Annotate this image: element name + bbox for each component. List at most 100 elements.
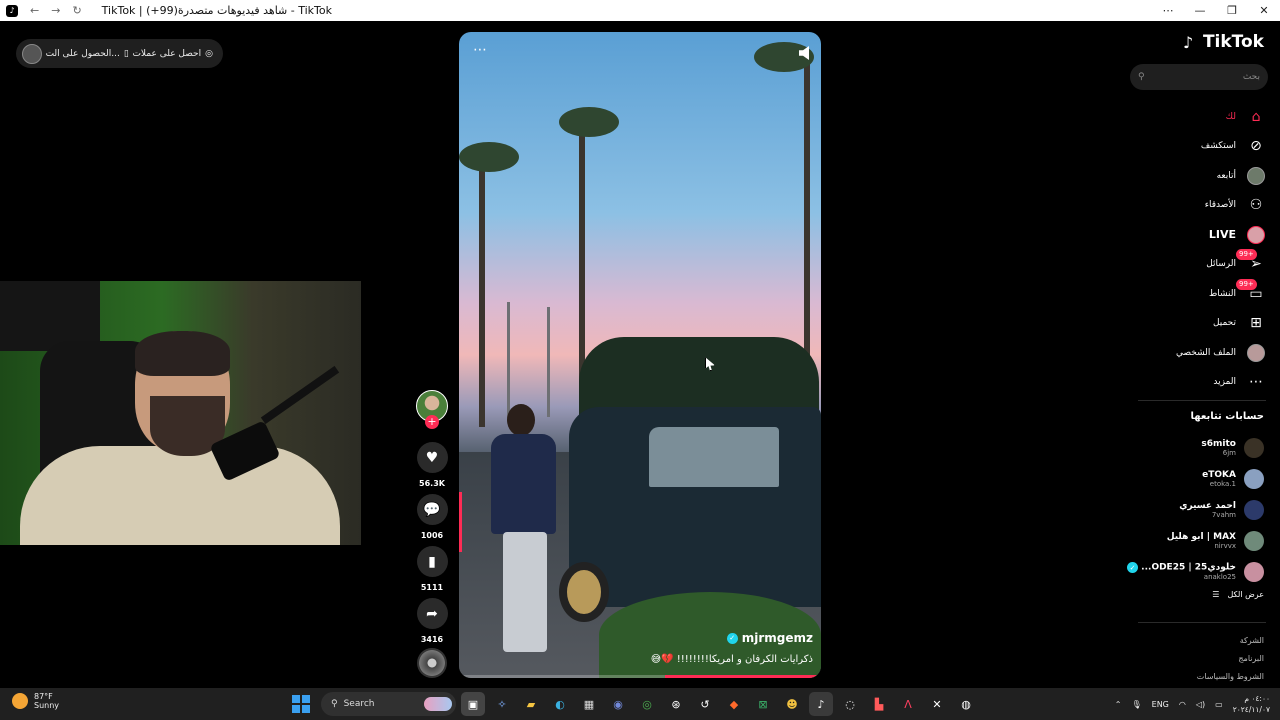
sidebar-item-following[interactable]: أتابعه [1126, 161, 1266, 191]
following-item[interactable]: احمد عسيري 7vahm [1129, 494, 1264, 525]
sidebar-item-messages[interactable]: ➢ 99+ الرسائل [1126, 249, 1266, 280]
weather-widget[interactable]: 87°F Sunny [12, 692, 59, 710]
clock[interactable]: ٠٤:٠٠ م ٢٠٢٤/١١/٠٧ [1233, 693, 1270, 715]
following-item[interactable]: s6mito 6jm [1129, 432, 1264, 463]
tiktok-taskbar-icon[interactable]: ♪ [809, 692, 833, 716]
emoji-app-icon[interactable]: ☻ [780, 692, 804, 716]
weather-desc: Sunny [34, 701, 60, 710]
taskbar-search[interactable]: ⚲ Search [321, 692, 456, 716]
sidebar-item-label: الملف الشخصي [1176, 347, 1236, 358]
sidebar-item-label: LIVE [1208, 228, 1236, 242]
terminal-icon[interactable]: ⊠ [751, 692, 775, 716]
close-button[interactable]: ✕ [1248, 4, 1280, 17]
sidebar-item-label: المزيد [1213, 377, 1236, 388]
following-item[interactable]: eTOKA etoka.1 [1129, 463, 1264, 494]
activity-badge: 99+ [1236, 278, 1257, 290]
volume-icon[interactable]: ◁) [1196, 700, 1205, 709]
sidebar-item-for-you[interactable]: ⌂ لك [1126, 102, 1266, 132]
browser-title-bar: ♪ ← → ↻ TikTok | شاهد فيديوهات متصدرة(99… [0, 0, 1280, 21]
sidebar-item-more[interactable]: ⋯ المزيد [1126, 368, 1266, 398]
user-avatar[interactable] [22, 43, 42, 64]
music-disc-icon[interactable] [417, 648, 447, 678]
comment-count: 1006 [420, 531, 444, 540]
app-icon[interactable]: ◌ [838, 692, 862, 716]
language-indicator[interactable]: ENG [1152, 700, 1169, 709]
sidebar-item-live[interactable]: LIVE [1126, 220, 1266, 250]
get-app-button[interactable]: الحصول على الت... ▯ [46, 49, 129, 59]
footer-links: الشركة البرنامج الشروط والسياسات [1197, 632, 1264, 686]
reload-icon[interactable]: ↻ [72, 4, 81, 17]
sidebar-item-explore[interactable]: ⊘ استكشف [1126, 132, 1266, 162]
tiktok-note-icon: ♪ [1182, 33, 1194, 52]
save-button[interactable]: ▮ 5111 [413, 546, 451, 592]
minimize-button[interactable]: — [1184, 4, 1216, 17]
clock-date: ٢٠٢٤/١١/٠٧ [1232, 705, 1270, 714]
footer-link-company[interactable]: الشركة [1197, 632, 1264, 650]
footer-link-program[interactable]: البرنامج [1197, 650, 1264, 668]
sidebar-item-friends[interactable]: ⚇ الأصدقاء [1126, 191, 1266, 221]
windows-start-icon[interactable] [292, 695, 310, 713]
sidebar-item-label: النشاط [1208, 288, 1236, 299]
discord-icon[interactable]: ◉ [606, 692, 630, 716]
app-icon[interactable]: Λ [896, 692, 920, 716]
app-icon[interactable]: ✕ [925, 692, 949, 716]
chrome-icon[interactable]: ◎ [635, 692, 659, 716]
send-icon: ➢ 99+ [1236, 249, 1266, 274]
app-icon[interactable]: ▙ [867, 692, 891, 716]
video-more-icon[interactable]: ⋯ [473, 42, 488, 58]
app-icon[interactable]: ◍ [954, 692, 978, 716]
sidebar-item-label: تحميل [1212, 318, 1236, 329]
top-actions-pill: الحصول على الت... ▯ احصل على عملات ◎ [16, 39, 223, 68]
sidebar-item-activity[interactable]: ▭ 99+ النشاط [1126, 278, 1266, 309]
search-icon[interactable]: ⚲ [1138, 72, 1145, 82]
app-icon[interactable]: ↺ [693, 692, 717, 716]
sidebar-item-upload[interactable]: ⊞ تحميل [1126, 309, 1266, 339]
following-item[interactable]: MAX | ابو هليل nirvvx [1129, 525, 1264, 556]
account-name: MAX | ابو هليل [1166, 531, 1236, 542]
video-progress-bar[interactable] [459, 675, 821, 678]
search-placeholder: بحث [1242, 72, 1260, 82]
video-player[interactable]: ⋯ ✓ mjrmgemz ذكرايات الكرفان و امريكا!!!… [459, 32, 821, 678]
browser-menu-button[interactable]: ⋯ [1152, 4, 1184, 17]
footer-link-terms[interactable]: الشروط والسياسات [1197, 668, 1264, 686]
following-item[interactable]: خلودي25 | ODE25... ✓ anaklo25 [1127, 556, 1264, 587]
sidebar-item-label: الأصدقاء [1204, 200, 1236, 211]
account-avatar [1244, 499, 1264, 520]
account-name: eTOKA [1202, 469, 1236, 480]
wifi-icon[interactable]: ◠ [1179, 700, 1186, 709]
messages-badge: 99+ [1236, 249, 1257, 261]
search-input[interactable]: بحث ⚲ [1130, 64, 1268, 90]
tiktok-logo[interactable]: ♪ TikTok [1183, 32, 1264, 52]
comment-button[interactable]: 💬 1006 [413, 494, 451, 540]
get-coins-button[interactable]: احصل على عملات ◎ [132, 49, 213, 59]
account-handle: nirvvx [1214, 541, 1236, 550]
file-explorer-icon[interactable]: ▰ [519, 692, 543, 716]
microphone-icon[interactable]: 🎙 [1131, 700, 1141, 709]
sidebar-item-profile[interactable]: الملف الشخصي [1126, 338, 1266, 368]
battery-icon[interactable]: ▭ [1215, 700, 1223, 709]
see-all-button[interactable]: عرض الكل ☰ [1212, 590, 1264, 599]
see-all-label: عرض الكل [1227, 590, 1264, 599]
compass-icon: ⊘ [1250, 138, 1262, 155]
copilot-icon[interactable]: ✧ [490, 692, 514, 716]
restore-button[interactable]: ❐ [1216, 4, 1248, 17]
phone-icon: ▯ [123, 48, 129, 59]
edge-icon[interactable]: ◐ [548, 692, 572, 716]
store-icon[interactable]: ▦ [577, 692, 601, 716]
verified-icon: ✓ [1127, 562, 1139, 573]
forward-icon[interactable]: → [51, 4, 60, 17]
account-name: s6mito [1201, 438, 1236, 449]
get-coins-label: احصل على عملات [132, 48, 202, 59]
brave-icon[interactable]: ◆ [722, 692, 746, 716]
sun-icon [12, 693, 28, 709]
video-author[interactable]: ✓ mjrmgemz [726, 631, 813, 645]
share-button[interactable]: ➦ 3416 [413, 598, 451, 644]
task-view-icon[interactable]: ▣ [461, 692, 485, 716]
app-icon[interactable]: ⊛ [664, 692, 688, 716]
chevron-up-icon[interactable]: ⌃ [1115, 700, 1122, 709]
account-handle: 7vahm [1211, 510, 1236, 519]
divider [1138, 400, 1266, 401]
like-button[interactable]: ♥ 56.3K [413, 442, 451, 488]
follow-plus-icon[interactable]: + [425, 415, 439, 429]
back-icon[interactable]: ← [30, 4, 39, 17]
